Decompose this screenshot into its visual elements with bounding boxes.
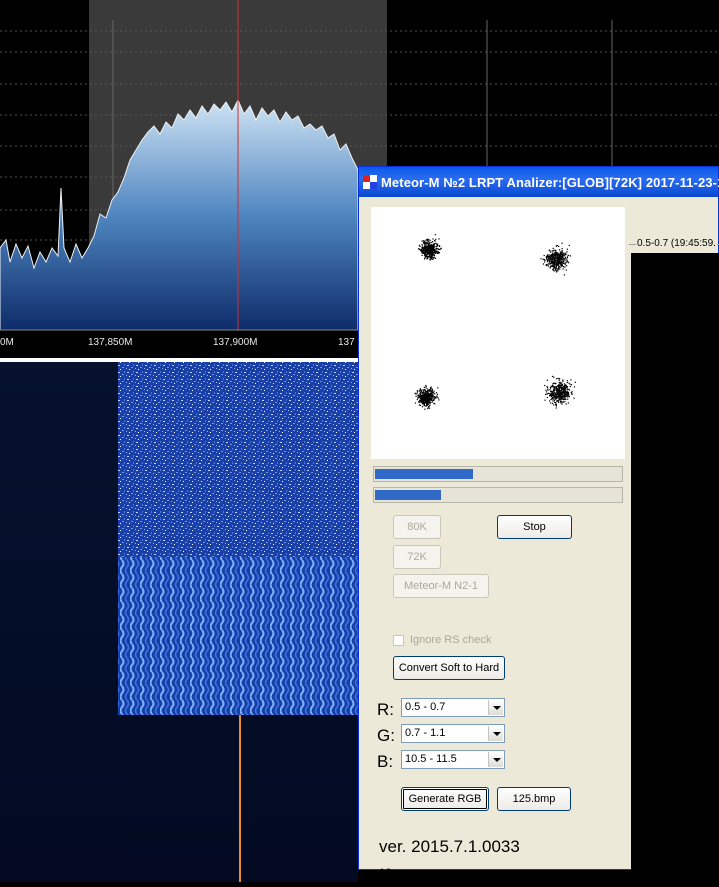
r-channel-value: 0.5 - 0.7	[405, 701, 446, 713]
g-channel-select[interactable]: 0.7 - 1.1	[401, 724, 505, 743]
g-channel-value: 0.7 - 1.1	[405, 727, 446, 739]
r-label: R:	[377, 700, 394, 719]
progress-fill-1	[375, 469, 473, 479]
stop-button[interactable]: Stop	[497, 515, 572, 539]
channel-preview-image	[631, 253, 719, 875]
ignore-rs-box[interactable]	[393, 634, 404, 646]
lrpt-analyzer-window: Meteor-M №2 LRPT Analizer:[GLOB][72K] 20…	[358, 166, 719, 879]
convert-soft-to-hard-button[interactable]: Convert Soft to Hard	[393, 656, 505, 680]
constellation-cluster	[418, 234, 442, 261]
bmp-button[interactable]: 125.bmp	[497, 787, 571, 811]
constellation-plot	[371, 207, 625, 459]
freq-label-2: 137,900M	[213, 337, 258, 348]
r-dropdown-arrow-icon[interactable]	[488, 700, 503, 715]
freq-label-0: 0M	[0, 337, 14, 348]
72k-button[interactable]: 72K	[393, 545, 441, 569]
channel-preview-panel: 0.5-0.7 (19:45:59.	[629, 237, 719, 887]
b-channel-select[interactable]: 10.5 - 11.5	[401, 750, 505, 769]
window-title: Meteor-M №2 LRPT Analizer:[GLOB][72K] 20…	[381, 175, 719, 190]
constellation-cluster	[544, 375, 576, 409]
ignore-rs-checkbox[interactable]: Ignore RS check	[393, 634, 491, 646]
meteor-m-n2-1-button[interactable]: Meteor-M N2-1	[393, 574, 489, 598]
g-label: G:	[377, 726, 395, 745]
frequency-axis	[0, 330, 358, 358]
generate-rgb-button[interactable]: Generate RGB	[401, 787, 489, 811]
80k-button[interactable]: 80K	[393, 515, 441, 539]
app-icon	[363, 175, 377, 189]
constellation-cluster	[540, 242, 572, 276]
count-text: 16	[379, 867, 392, 879]
r-channel-select[interactable]: 0.5 - 0.7	[401, 698, 505, 717]
progress-bar-1	[373, 466, 623, 482]
waterfall-signal	[118, 557, 358, 715]
channel-preview-caption: 0.5-0.7 (19:45:59.	[636, 238, 717, 249]
window-titlebar[interactable]: Meteor-M №2 LRPT Analizer:[GLOB][72K] 20…	[359, 167, 719, 197]
b-label: B:	[377, 752, 394, 771]
b-dropdown-arrow-icon[interactable]	[488, 752, 503, 767]
progress-fill-2	[375, 490, 441, 500]
ignore-rs-label: Ignore RS check	[410, 634, 492, 646]
freq-label-1: 137,850M	[88, 337, 133, 348]
version-text: ver. 2015.7.1.0033	[379, 837, 520, 856]
constellation-cluster	[414, 384, 440, 410]
b-channel-value: 10.5 - 11.5	[405, 753, 457, 765]
freq-label-3: 137	[338, 337, 355, 348]
window-client: 80K Stop 72K Meteor-M N2-1 Ignore RS che…	[363, 197, 719, 879]
waterfall-noise	[118, 362, 358, 557]
g-dropdown-arrow-icon[interactable]	[488, 726, 503, 741]
progress-bar-2	[373, 487, 623, 503]
